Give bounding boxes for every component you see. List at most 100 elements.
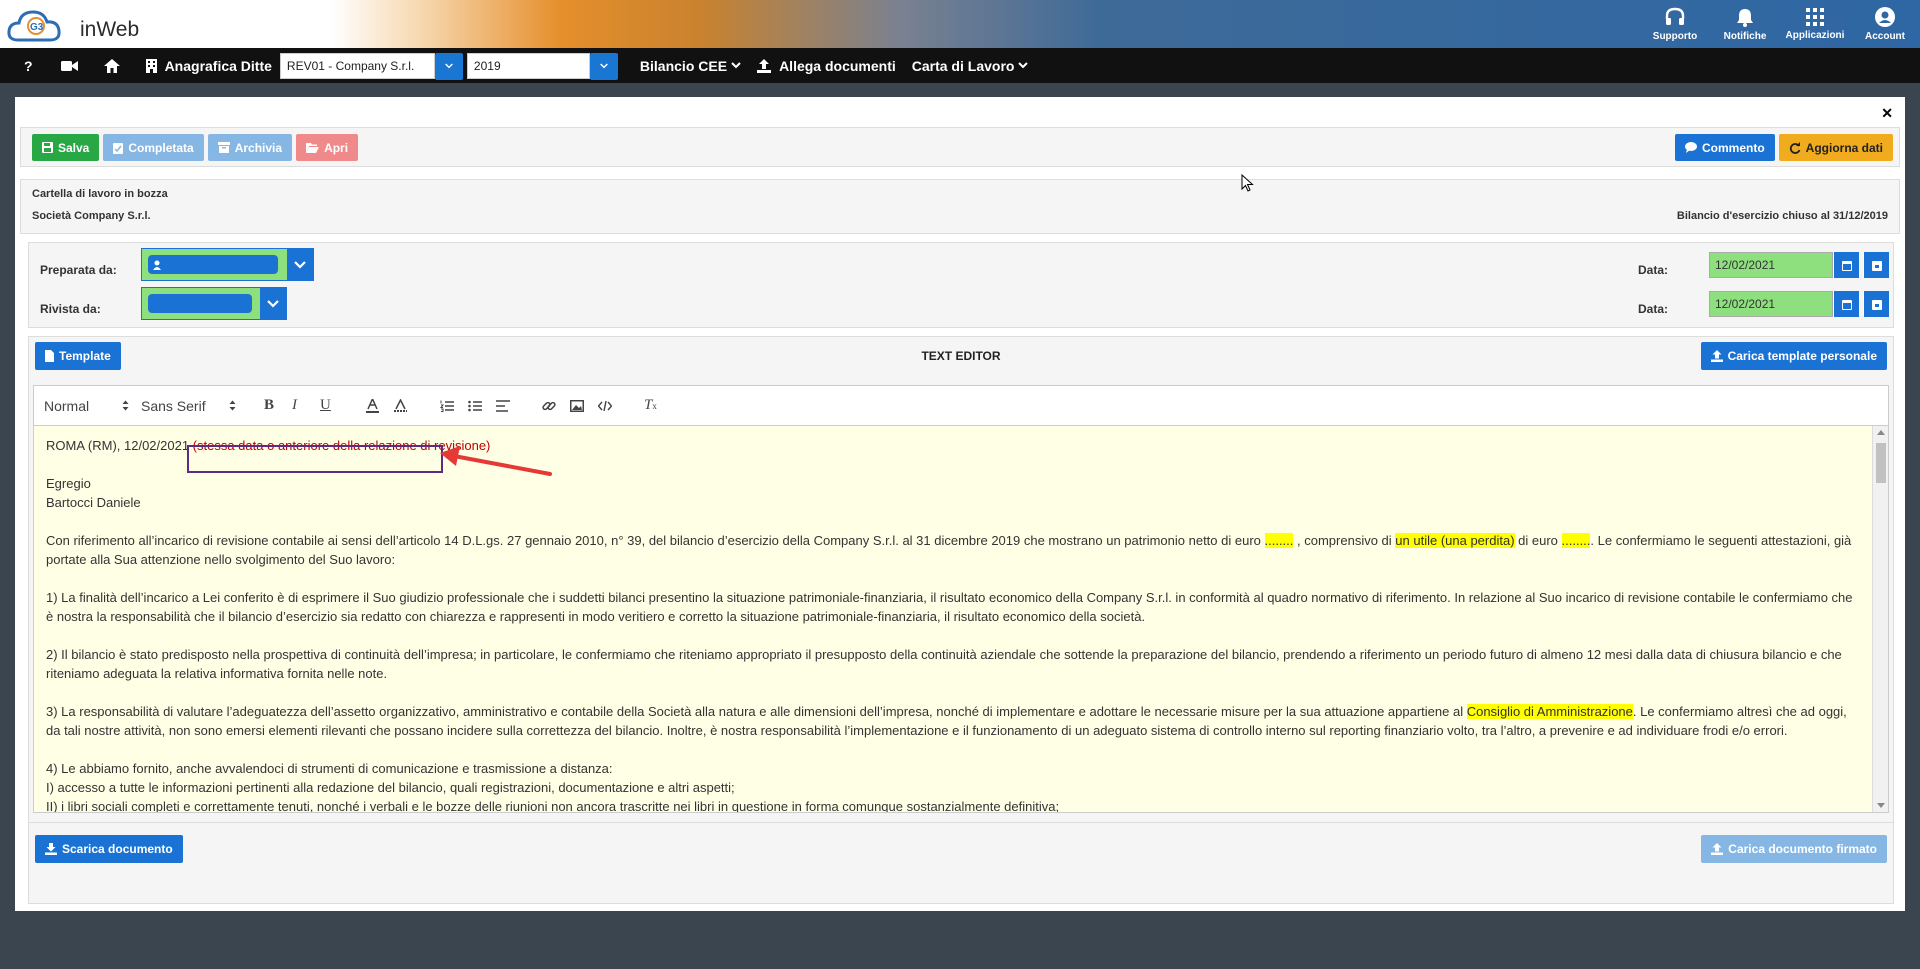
doc-salutation: Egregio [46, 476, 91, 491]
underline-icon[interactable]: U [320, 397, 340, 414]
doc-paragraph-intro: Con riferimento all’incarico di revision… [46, 531, 1860, 569]
close-icon[interactable]: ✕ [1881, 105, 1893, 122]
anagrafica-ditte-link[interactable]: Anagrafica Ditte [138, 48, 280, 83]
upload-personal-template-button[interactable]: Carica template personale [1700, 342, 1887, 370]
code-icon[interactable] [598, 400, 618, 411]
scrollbar-thumb[interactable] [1876, 443, 1886, 483]
archive-button[interactable]: Archivia [207, 134, 293, 161]
prepared-date-label: Data: [1637, 263, 1668, 277]
reviewed-date-picker[interactable]: 12/02/2021 [1709, 291, 1889, 317]
background-color-icon[interactable] [394, 398, 414, 413]
format-select[interactable]: Normal [44, 398, 129, 414]
doc-paragraph-3: 3) La responsabilità di valutare l’adegu… [46, 702, 1860, 740]
chevron-down-icon [600, 63, 608, 69]
bold-icon[interactable]: B [264, 397, 284, 414]
company-select[interactable]: REV01 - Company S.r.l. [279, 52, 463, 80]
reviewed-date-value[interactable]: 12/02/2021 [1709, 291, 1833, 317]
carta-di-lavoro-menu[interactable]: Carta di Lavoro [904, 48, 1037, 83]
comment-button[interactable]: Commento [1674, 134, 1775, 161]
prepared-by-select[interactable] [141, 248, 314, 281]
app-logo[interactable]: G3 inWeb [6, 3, 139, 47]
notifications-button[interactable]: Notifiche [1710, 0, 1780, 48]
save-button[interactable]: Salva [32, 134, 100, 161]
link-icon[interactable] [542, 399, 562, 413]
upload-icon [1711, 843, 1724, 855]
year-select-toggle[interactable] [589, 52, 618, 80]
editor-panel: Template TEXT EDITOR Carica template per… [28, 336, 1894, 904]
help-label: ? [24, 57, 33, 74]
bullet-list-icon[interactable] [468, 400, 488, 412]
bilancio-cee-label: Bilancio CEE [639, 57, 728, 74]
doc-placeholder-highlight: ........ [1561, 533, 1591, 548]
account-button[interactable]: Account [1850, 0, 1920, 48]
link-glyph [542, 401, 556, 410]
upload-signed-document-label: Carica documento firmato [1728, 842, 1877, 856]
doc-profit-loss-highlight: un utile (una perdita) [1395, 533, 1515, 548]
prepared-date-today-button[interactable] [1863, 252, 1889, 278]
code-glyph [598, 400, 612, 411]
scroll-up-icon[interactable] [1877, 430, 1885, 435]
scroll-down-icon[interactable] [1877, 803, 1885, 808]
download-document-button[interactable]: Scarica documento [35, 835, 183, 863]
completed-button[interactable]: Completata [103, 134, 204, 161]
doc-text: Con riferimento all’incarico di revision… [46, 533, 1265, 548]
refresh-data-label: Aggiorna dati [1805, 140, 1883, 155]
comment-icon [1684, 142, 1697, 153]
italic-icon[interactable]: I [292, 397, 312, 414]
refresh-data-button[interactable]: Aggiorna dati [1778, 134, 1893, 161]
prepared-by-value [142, 249, 287, 280]
reviewed-date-today-button[interactable] [1863, 291, 1889, 317]
reviewed-by-select[interactable] [141, 287, 287, 320]
doc-placeholder-highlight: ........ [1264, 533, 1294, 548]
year-select[interactable]: 2019 [466, 52, 618, 80]
ordered-list-icon[interactable] [440, 400, 460, 412]
video-camera-icon [60, 60, 78, 71]
prepared-date-value[interactable]: 12/02/2021 [1709, 252, 1833, 278]
text-color-icon[interactable] [366, 398, 386, 413]
open-button[interactable]: Apri [296, 134, 359, 161]
prepared-date-picker[interactable]: 12/02/2021 [1709, 252, 1889, 278]
prepared-date-calendar-button[interactable] [1833, 252, 1859, 278]
reviewed-date-calendar-button[interactable] [1833, 291, 1859, 317]
user-circle-icon [1875, 6, 1895, 27]
bilancio-cee-menu[interactable]: Bilancio CEE [632, 48, 749, 83]
text-color-glyph [366, 398, 379, 413]
editor-scrollbar[interactable] [1872, 426, 1888, 812]
home-button[interactable] [96, 48, 138, 83]
anagrafica-ditte-label: Anagrafica Ditte [164, 57, 272, 74]
doc-paragraph-2: 2) Il bilancio è stato predisposto nella… [46, 647, 1842, 681]
upload-personal-template-label: Carica template personale [1727, 349, 1877, 363]
home-icon [103, 58, 120, 73]
image-icon[interactable] [570, 399, 590, 412]
reviewed-by-toggle[interactable] [260, 288, 286, 319]
cloud-logo-icon: G3 [7, 10, 61, 42]
allega-documenti-link[interactable]: Allega documenti [749, 48, 904, 83]
doc-paragraph-1: 1) La finalità dell’incarico a Lei confe… [46, 590, 1853, 624]
clear-format-icon[interactable]: Tx [644, 397, 664, 414]
headset-icon [1665, 7, 1685, 25]
company-name: Società Company S.r.l. [32, 210, 151, 222]
align-left-icon[interactable] [496, 399, 516, 412]
download-document-label: Scarica documento [62, 842, 173, 856]
main-navbar: ? Anagrafica Ditte REV01 - Company S.r.l… [0, 48, 1920, 83]
prepared-by-toggle[interactable] [287, 249, 313, 280]
company-select-toggle[interactable] [434, 52, 463, 80]
company-select-value: REV01 - Company S.r.l. [279, 52, 435, 79]
support-button[interactable]: Supporto [1640, 0, 1710, 48]
upload-signed-document-button[interactable]: Carica documento firmato [1701, 835, 1887, 863]
work-paper-dialog: ✕ Salva Completata Archivia Apri Comment… [15, 97, 1905, 911]
sort-arrows-icon [229, 400, 236, 411]
editor-title: TEXT EDITOR [921, 349, 1001, 363]
reviewed-by-label: Rivista da: [40, 302, 101, 316]
annotation-arrow-icon [440, 446, 552, 476]
video-button[interactable] [53, 48, 96, 83]
building-icon [145, 58, 157, 73]
help-button[interactable]: ? [0, 48, 53, 83]
bullet-list-glyph [468, 400, 482, 411]
allega-documenti-label: Allega documenti [779, 57, 896, 74]
doc-place-date: ROMA (RM), 12/02/2021 [46, 438, 193, 453]
apps-button[interactable]: Applicazioni [1780, 0, 1850, 48]
editor-content[interactable]: ROMA (RM), 12/02/2021 (stessa data o ant… [34, 426, 1872, 812]
font-select[interactable]: Sans Serif [141, 398, 236, 414]
calendar-today-icon [1871, 260, 1882, 271]
